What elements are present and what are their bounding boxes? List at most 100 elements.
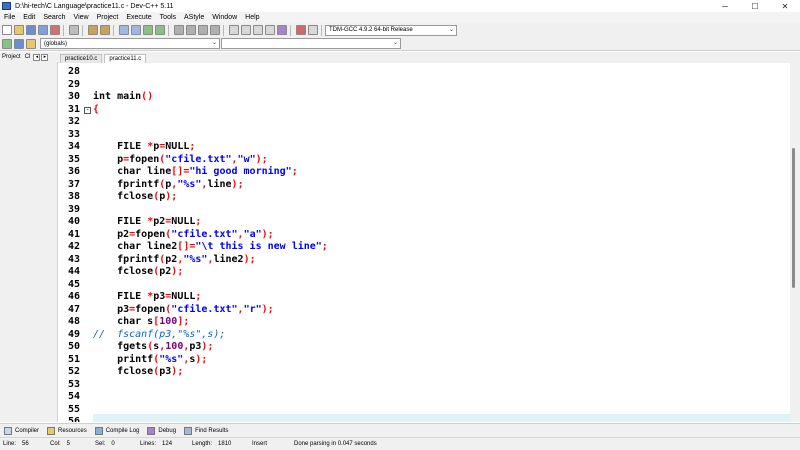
code-line[interactable]: char line2[]="\t this is new line"; — [93, 241, 790, 254]
tab-compile-log[interactable]: Compile Log — [91, 426, 144, 435]
menu-window[interactable]: Window — [208, 14, 241, 21]
run-icon[interactable] — [241, 25, 251, 35]
code-line[interactable] — [93, 129, 790, 142]
code-token: ); — [195, 353, 208, 365]
goto-icon[interactable] — [143, 25, 153, 35]
close-file-icon[interactable] — [50, 25, 60, 35]
arrow-left-icon[interactable] — [174, 25, 184, 35]
menu-file[interactable]: File — [0, 14, 19, 21]
scrollbar-thumb[interactable] — [792, 148, 795, 288]
code-line[interactable] — [93, 391, 790, 404]
line-number: 48 — [67, 316, 80, 327]
code-line[interactable]: fclose(p); — [93, 191, 790, 204]
bottom-panel-tabs: Compiler Resources Compile Log Debug Fin… — [0, 423, 800, 437]
close-button[interactable]: ✕ — [770, 0, 800, 12]
code-token: "w" — [237, 153, 256, 165]
code-line[interactable]: int main() — [93, 91, 790, 104]
tab-project[interactable]: Project — [0, 54, 23, 60]
code-token: p3 — [93, 303, 130, 315]
code-line[interactable]: // fscanf(p3,"%s",s); — [93, 329, 790, 342]
code-line[interactable] — [93, 379, 790, 392]
line-number: 34 — [67, 141, 80, 152]
code-editor[interactable]: 28 29 30 31 32 33 34 35 36 37 38 39 40 41 42 43 44 45 46 47… — [58, 63, 800, 422]
check-icon[interactable] — [277, 25, 287, 35]
tab-practice10[interactable]: practice10.c — [60, 54, 103, 63]
code-line[interactable]: fclose(p3); — [93, 366, 790, 379]
tab-resources[interactable]: Resources — [43, 426, 91, 435]
print-icon[interactable] — [69, 25, 79, 35]
code-line[interactable]: FILE *p3=NULL; — [93, 291, 790, 304]
tab-classes[interactable]: Cl — [23, 54, 33, 60]
menu-view[interactable]: View — [70, 14, 93, 21]
stop-icon[interactable] — [296, 25, 306, 35]
minimize-button[interactable]: ─ — [710, 0, 740, 12]
tab-compiler[interactable]: Compiler — [0, 426, 43, 435]
undo-icon[interactable] — [88, 25, 98, 35]
new-file-icon[interactable] — [2, 25, 12, 35]
code-token: p3 — [159, 366, 172, 377]
menu-help[interactable]: Help — [241, 14, 263, 21]
bookmark-icon[interactable] — [14, 38, 24, 49]
function-select[interactable]: ⌄ — [221, 38, 401, 49]
compile-icon[interactable] — [229, 25, 239, 35]
fold-toggle-icon[interactable]: - — [84, 106, 91, 114]
menu-edit[interactable]: Edit — [19, 14, 39, 21]
goto-bookmark-icon[interactable] — [26, 38, 36, 49]
left-panel-tabs: Project Cl ◂ ▸ — [0, 52, 58, 62]
code-line[interactable]: p2=fopen("cfile.txt","a"); — [93, 229, 790, 242]
arrow-right-icon[interactable] — [186, 25, 196, 35]
code-line[interactable]: fclose(p2); — [93, 266, 790, 279]
code-line[interactable] — [93, 204, 790, 217]
scope-select[interactable]: (globals) ⌄ — [40, 38, 220, 49]
vertical-scrollbar[interactable] — [790, 63, 800, 422]
insert-icon[interactable] — [2, 38, 12, 49]
code-line[interactable]: { — [93, 104, 790, 117]
tab-debug[interactable]: Debug — [143, 426, 180, 435]
code-token: char line2 — [93, 241, 178, 252]
tab-prev-icon[interactable]: ◂ — [33, 53, 41, 61]
find-icon[interactable] — [119, 25, 129, 35]
code-line[interactable]: p3=fopen("cfile.txt","r"); — [93, 304, 790, 317]
code-token: ; — [321, 241, 328, 252]
maximize-button[interactable]: ☐ — [740, 0, 770, 12]
code-token: fclose — [93, 266, 154, 277]
code-token: ); — [261, 228, 274, 240]
menu-execute[interactable]: Execute — [122, 14, 155, 21]
menu-tools[interactable]: Tools — [156, 14, 180, 21]
code-line[interactable] — [93, 79, 790, 92]
code-area[interactable]: int main(){ FILE *p=NULL; p=fopen("cfile… — [93, 63, 790, 422]
open-file-icon[interactable] — [14, 25, 24, 35]
code-token: "%s" — [159, 353, 184, 365]
code-line[interactable]: FILE *p2=NULL; — [93, 216, 790, 229]
compile-run-icon[interactable] — [253, 25, 263, 35]
code-line[interactable] — [93, 279, 790, 292]
grid-icon[interactable] — [308, 25, 318, 35]
menu-project[interactable]: Project — [93, 14, 123, 21]
save-all-icon[interactable] — [38, 25, 48, 35]
code-line[interactable] — [93, 116, 790, 129]
tab-find-results[interactable]: Find Results — [180, 426, 232, 435]
arrow-down-icon[interactable] — [210, 25, 220, 35]
tab-label: Compile Log — [105, 427, 140, 434]
code-line[interactable]: fprintf(p2,"%s",line2); — [93, 254, 790, 267]
arrow-up-icon[interactable] — [198, 25, 208, 35]
code-line[interactable]: char s[100]; — [93, 316, 790, 329]
code-line[interactable]: p=fopen("cfile.txt","w"); — [93, 154, 790, 167]
menu-search[interactable]: Search — [39, 14, 69, 21]
code-line[interactable]: fgets(s,100,p3); — [93, 341, 790, 354]
redo-icon[interactable] — [100, 25, 110, 35]
code-line[interactable]: printf("%s",s); — [93, 354, 790, 367]
code-line[interactable]: char line[]="hi good morning"; — [93, 166, 790, 179]
tab-next-icon[interactable]: ▸ — [41, 53, 49, 61]
goto-line-icon[interactable] — [155, 25, 165, 35]
code-line[interactable]: FILE *p=NULL; — [93, 141, 790, 154]
menu-astyle[interactable]: AStyle — [180, 14, 208, 21]
replace-icon[interactable] — [131, 25, 141, 35]
compiler-select[interactable]: TDM-GCC 4.9.2 64-bit Release ⌄ — [325, 24, 457, 36]
code-line[interactable] — [93, 66, 790, 79]
save-icon[interactable] — [26, 25, 36, 35]
rebuild-icon[interactable] — [265, 25, 275, 35]
code-line[interactable]: fprintf(p,"%s",line); — [93, 179, 790, 192]
tab-practice11[interactable]: practice11.c — [104, 54, 147, 63]
status-message: Done parsing in 0.047 seconds — [294, 441, 377, 447]
